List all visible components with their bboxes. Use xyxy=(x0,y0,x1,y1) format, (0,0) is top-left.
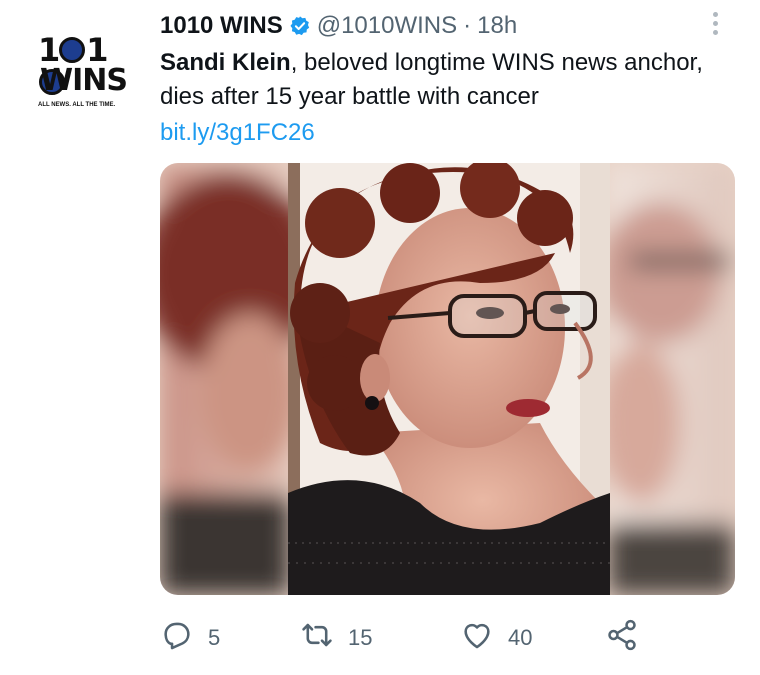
like-icon xyxy=(460,618,494,658)
retweet-button[interactable]: 15 xyxy=(300,618,372,658)
reply-count: 5 xyxy=(208,625,221,650)
handle[interactable]: @1010WINS xyxy=(317,12,457,40)
photo-illustration xyxy=(160,163,735,595)
more-options-icon[interactable] xyxy=(708,12,722,42)
reply-button[interactable]: 5 xyxy=(160,618,220,658)
reply-icon xyxy=(160,618,194,658)
portrait-center xyxy=(288,163,610,595)
like-count: 40 xyxy=(508,625,533,650)
tweet-media-photo[interactable] xyxy=(160,163,735,595)
separator-dot: · xyxy=(463,12,472,39)
tweet-text: Sandi Klein, beloved longtime WINS news … xyxy=(160,46,720,114)
share-button[interactable] xyxy=(605,618,639,658)
tweet[interactable]: 11 WINS ALL NEWS. ALL THE TIME. 1010 WIN… xyxy=(0,0,760,675)
like-button[interactable]: 40 xyxy=(460,618,532,658)
verified-badge-icon xyxy=(289,15,311,37)
tweet-link[interactable]: bit.ly/3g1FC26 xyxy=(160,116,315,150)
logo-tagline: ALL NEWS. ALL THE TIME. xyxy=(38,102,116,108)
blurred-right-panel xyxy=(600,163,735,595)
retweet-count: 15 xyxy=(348,625,373,650)
tweet-bold-lead: Sandi Klein xyxy=(160,49,291,76)
share-icon xyxy=(605,618,639,658)
avatar[interactable]: 11 WINS ALL NEWS. ALL THE TIME. xyxy=(32,34,132,116)
tweet-header: 1010 WINS @1010WINS · 18h xyxy=(160,8,517,44)
logo-word: WINS xyxy=(40,63,128,98)
display-name[interactable]: 1010 WINS xyxy=(160,12,283,40)
retweet-icon xyxy=(300,618,334,658)
tweet-actions: 5 15 40 xyxy=(160,618,720,658)
timestamp[interactable]: 18h xyxy=(477,12,517,40)
